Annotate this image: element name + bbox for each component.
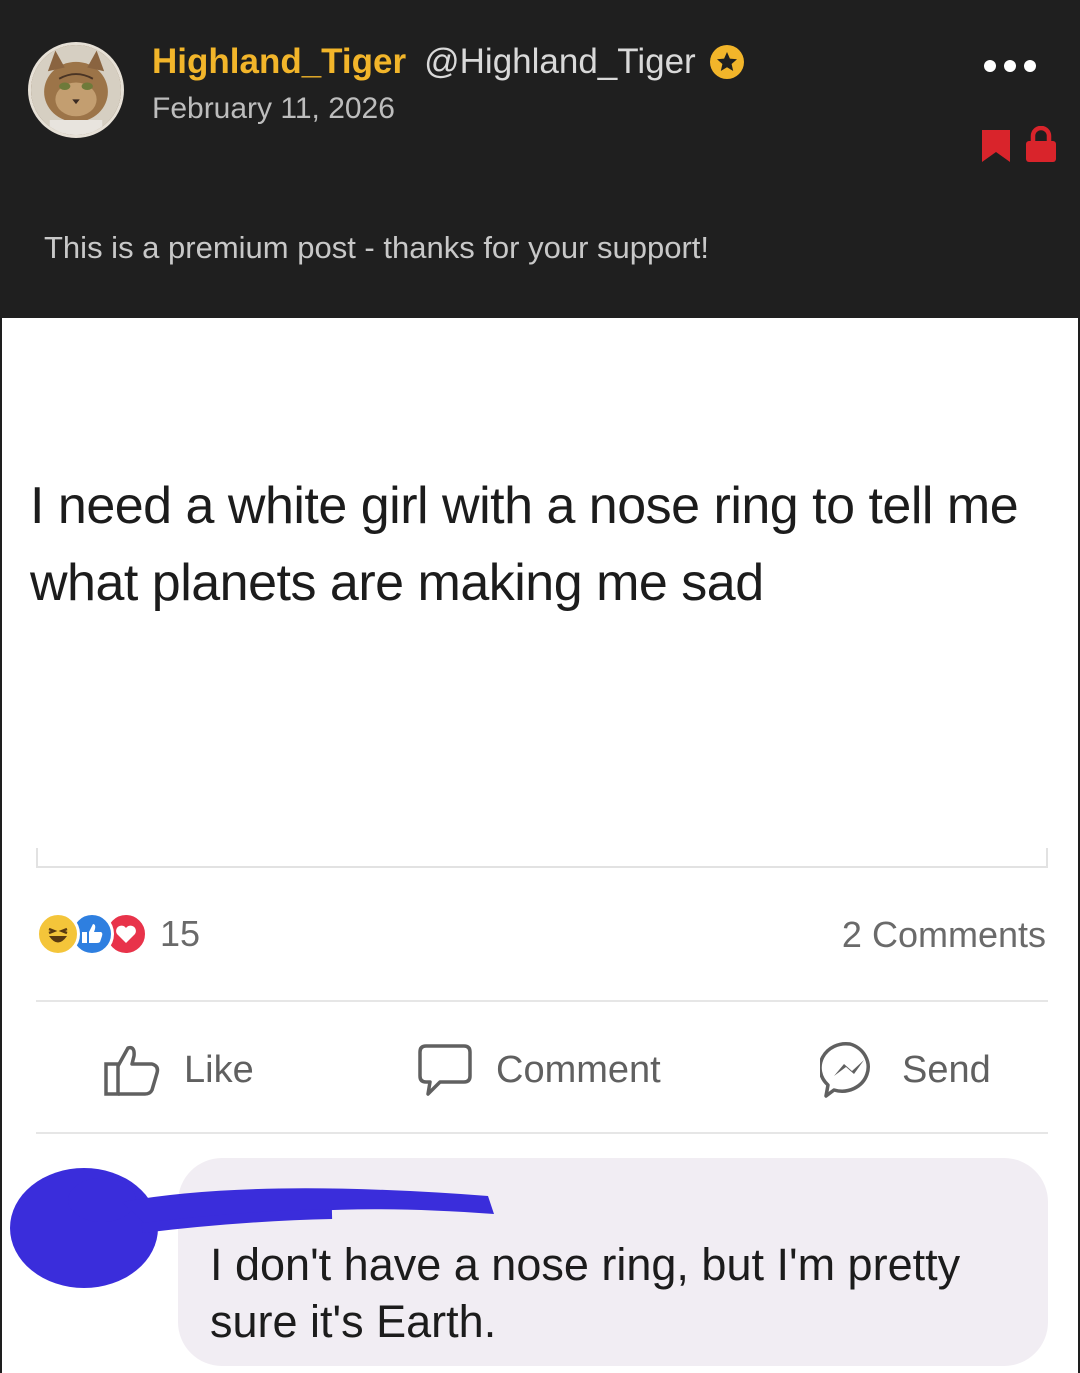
author-row: Highland_Tiger @Highland_Tiger bbox=[152, 40, 744, 84]
thumbs-up-icon bbox=[104, 1045, 160, 1096]
like-label: Like bbox=[184, 1048, 254, 1091]
send-button[interactable]: Send bbox=[820, 1040, 991, 1100]
avatar[interactable] bbox=[28, 42, 124, 138]
more-options-icon[interactable] bbox=[984, 52, 1036, 80]
comment-icon bbox=[418, 1044, 472, 1096]
divider bbox=[36, 848, 1048, 868]
post-text: I need a white girl with a nose ring to … bbox=[30, 477, 1019, 612]
star-icon bbox=[709, 45, 744, 79]
comment-text: I don't have a nose ring, but I'm pretty… bbox=[210, 1239, 961, 1347]
divider bbox=[36, 1132, 1048, 1134]
haha-reaction-icon bbox=[36, 912, 80, 956]
reactions-summary[interactable]: 15 bbox=[36, 912, 200, 956]
comment-label: Comment bbox=[496, 1048, 661, 1091]
reaction-count: 15 bbox=[160, 913, 201, 954]
bookmark-icon[interactable] bbox=[982, 130, 1010, 162]
action-bar: Like Comment Send bbox=[2, 1040, 1078, 1100]
lock-icon[interactable] bbox=[1026, 126, 1056, 162]
author-display-name[interactable]: Highland_Tiger bbox=[152, 42, 406, 82]
like-button[interactable]: Like bbox=[102, 1040, 254, 1100]
premium-note: This is a premium post - thanks for your… bbox=[44, 230, 710, 265]
post-date: February 11, 2026 bbox=[152, 92, 395, 125]
messenger-icon bbox=[820, 1041, 870, 1098]
post-header: Highland_Tiger @Highland_Tiger February … bbox=[0, 0, 1080, 318]
comment-button[interactable]: Comment bbox=[416, 1040, 661, 1100]
author-handle[interactable]: @Highland_Tiger bbox=[424, 42, 696, 82]
divider bbox=[36, 1000, 1048, 1002]
comments-count[interactable]: 2 Comments bbox=[842, 914, 1046, 956]
send-label: Send bbox=[902, 1048, 991, 1091]
post-screenshot: I need a white girl with a nose ring to … bbox=[2, 318, 1078, 1373]
